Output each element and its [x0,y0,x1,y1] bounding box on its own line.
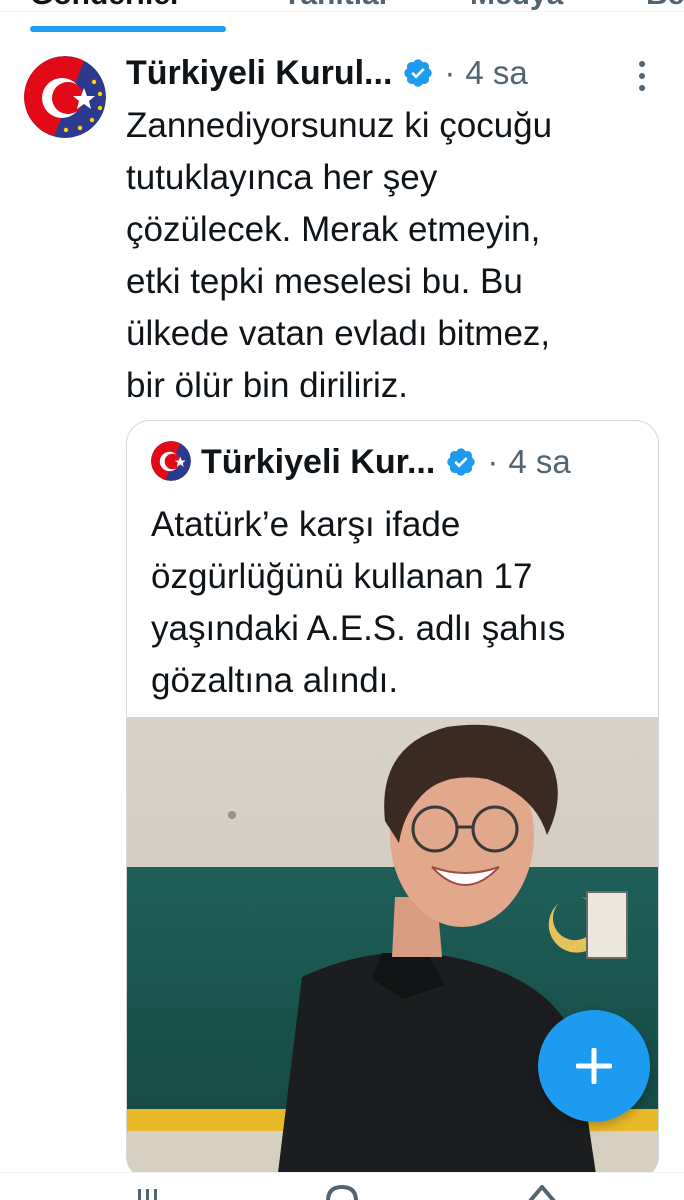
timestamp[interactable]: 4 sa [465,54,527,92]
profile-timeline: Gönderiler Yanıtlar Medya Beğeni Türkiye… [0,0,684,1200]
dot-separator: · [444,54,456,91]
more-vertical-icon[interactable] [628,58,656,94]
active-tab-indicator [30,26,226,32]
verified-badge-icon [445,446,477,478]
quote-header: Türkiyeli Kur... · 4 sa [201,439,571,485]
bottom-nav [0,1172,684,1200]
tweet-header: Türkiyeli Kurul... · 4 sa [126,50,528,96]
avatar[interactable] [24,56,106,138]
author-name[interactable]: Türkiyeli Kurul... [126,54,392,93]
tabs-divider [0,11,684,12]
quote-author-name: Türkiyeli Kur... [201,442,436,481]
quote-text: Atatürk’e karşı ifade özgürlüğünü kullan… [151,505,566,700]
dot-separator: · [487,443,499,480]
plus-icon [576,1048,612,1084]
profile-tabs: Gönderiler Yanıtlar Medya Beğeni [0,0,684,32]
home-icon[interactable] [126,1185,168,1200]
search-icon[interactable] [320,1185,364,1200]
quote-timestamp: 4 sa [508,443,571,480]
verified-badge-icon [402,57,434,89]
notifications-icon[interactable] [520,1185,564,1200]
compose-button[interactable] [538,1010,650,1122]
quote-avatar [151,441,191,481]
tweet-text: Zannediyorsunuz ki çocuğu tutuklayınca h… [126,106,553,405]
